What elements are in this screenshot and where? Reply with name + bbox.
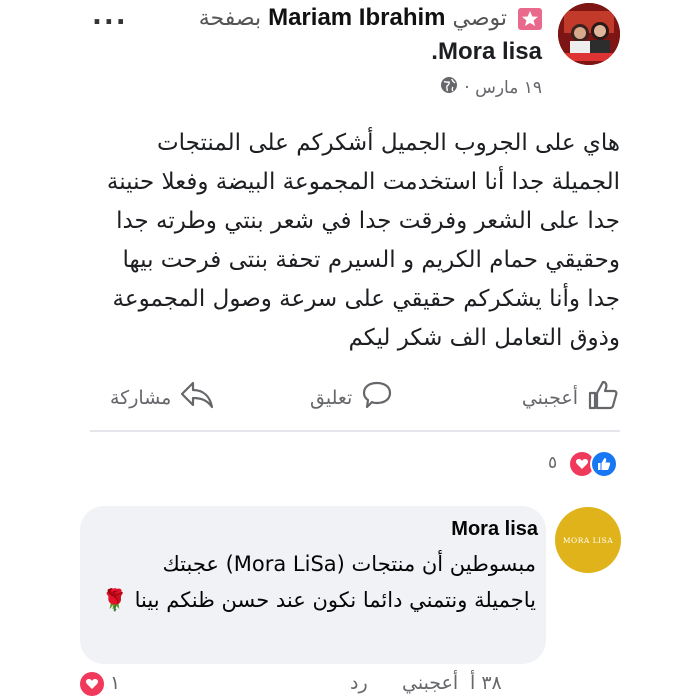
like-button-label: أعجبني [521,386,578,409]
reaction-count[interactable]: ٥ [548,453,557,473]
like-button[interactable]: أعجبني [522,378,620,417]
author-avatar[interactable] [558,3,620,65]
post-header-line: توصي Mariam Ibrahim بصفحة [199,4,542,32]
share-button-label: مشاركة [110,386,172,409]
comment-reaction-count[interactable]: ١ [110,672,120,694]
comment-like-button[interactable]: أعجبني [402,672,458,694]
comment-love-icon [80,672,104,696]
comment-bubble-icon [360,378,394,417]
action-bar: أعجبني تعليق مشاركة [90,370,620,426]
thumbs-up-icon [586,378,620,417]
comment-reply-button[interactable]: رد [350,672,368,694]
post-meta: ١٩ مارس · [440,76,542,99]
comment-time[interactable]: ٣٨ أ [470,672,502,694]
action-divider [90,430,620,432]
page-period: . [431,38,438,65]
comment-button-label: تعليق [310,386,353,409]
share-arrow-icon [179,378,215,417]
page-name-line: .Mora lisa [431,38,542,66]
page-name-link[interactable]: Mora lisa [438,38,542,65]
share-button[interactable]: مشاركة [110,378,215,417]
author-name[interactable]: Mariam Ibrahim [268,4,445,31]
recommends-label: توصي [452,6,507,31]
on-page-label: بصفحة [198,6,262,31]
commenter-name[interactable]: Mora lisa [451,518,538,541]
comment-text: مبسوطين أن منتجات (Mora LiSa) عجبتك ياجم… [101,552,536,612]
more-options-button[interactable]: ... [92,3,128,29]
commenter-avatar[interactable]: MORA LISA [555,507,621,573]
reaction-summary[interactable] [568,450,618,478]
recommend-star-icon [518,8,542,30]
post-text: هاي على الجروب الجميل أشكركم على المنتجا… [106,130,620,351]
like-reaction-icon [590,450,618,478]
commenter-avatar-logo: MORA LISA [562,535,614,545]
avatar-photo-icon [558,3,620,65]
globe-icon [440,76,458,99]
comment-button[interactable]: تعليق [310,378,394,417]
post-date[interactable]: ١٩ مارس · [464,78,542,98]
